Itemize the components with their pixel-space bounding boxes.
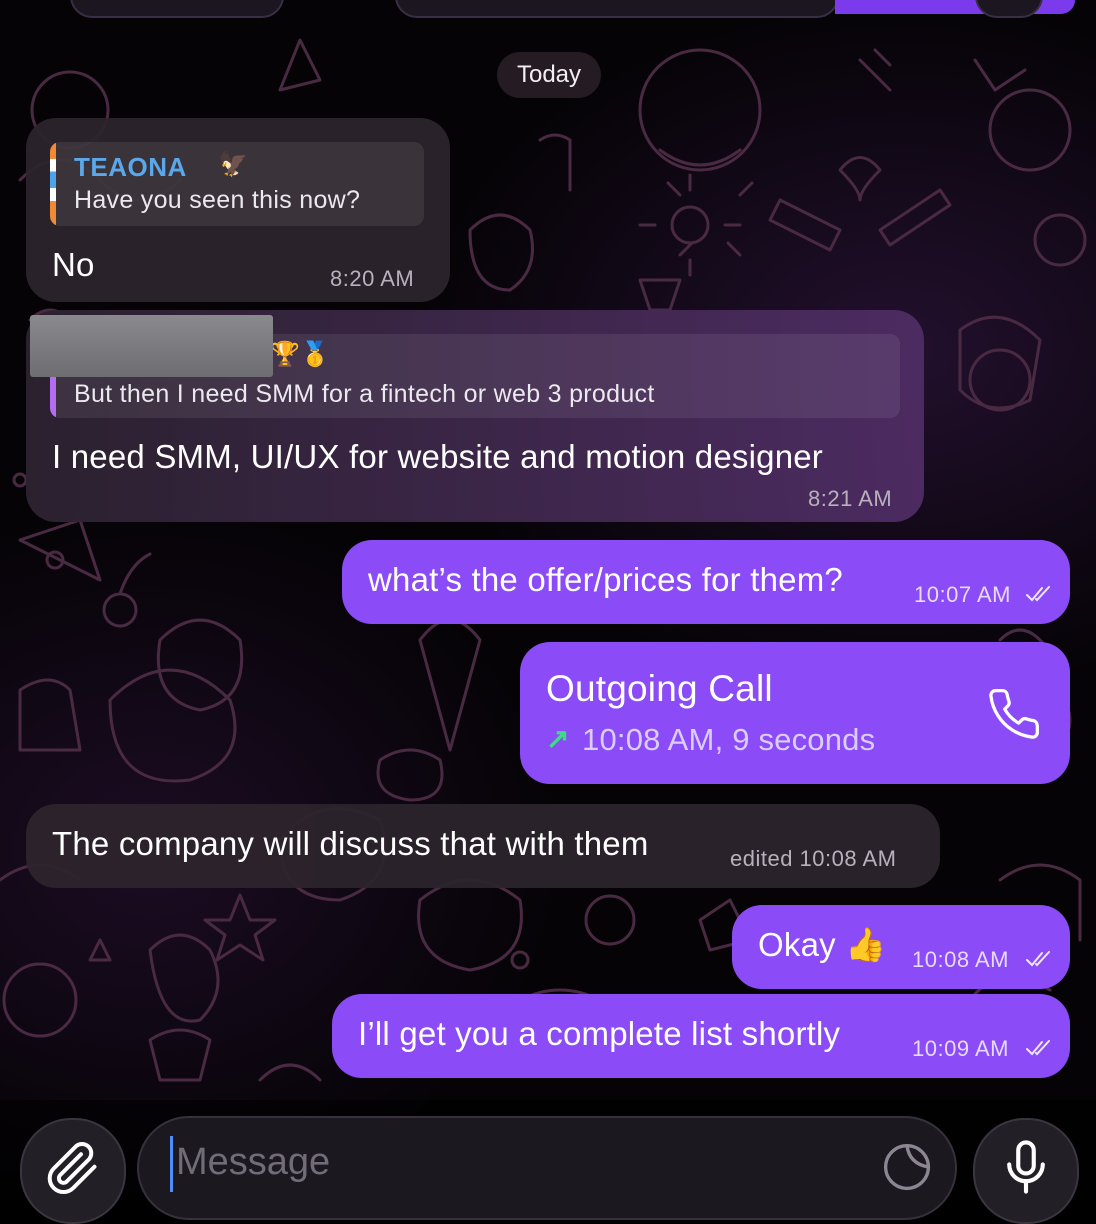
text-caret (170, 1136, 173, 1192)
incoming-message-5[interactable]: The company will discuss that with them … (26, 804, 940, 888)
message-time: 8:20 AM (330, 266, 415, 291)
outgoing-call-message[interactable]: Outgoing Call ↗ 10:08 AM, 9 seconds (520, 642, 1070, 784)
read-checkmarks-icon (1026, 586, 1050, 602)
message-text: I’ll get you a complete list shortly (358, 1015, 841, 1052)
read-checkmarks-icon (1026, 1040, 1050, 1056)
reply-author-name: TEAONA (74, 152, 187, 182)
reply-author-emojis: 🏆🥇 (270, 341, 331, 368)
back-button[interactable] (70, 0, 284, 18)
message-time: 10:09 AM (912, 1036, 1009, 1061)
call-outgoing-arrow-icon: ↗ (546, 723, 570, 754)
paperclip-icon (47, 1142, 97, 1194)
message-text: Okay 👍 (758, 926, 887, 963)
message-text: No (52, 246, 95, 283)
message-text: The company will discuss that with them (52, 825, 649, 862)
phone-icon[interactable] (986, 686, 1042, 742)
message-input-placeholder: Message (176, 1141, 331, 1183)
chat-header (0, 0, 1096, 18)
date-separator: Today (497, 52, 601, 98)
incoming-message-1[interactable]: TEAONA 🦅 Have you seen this now? No 8:20… (26, 118, 450, 302)
chat-title-pill[interactable] (395, 0, 839, 18)
sticker-icon[interactable] (880, 1140, 934, 1194)
read-checkmarks-icon (1026, 951, 1050, 967)
message-time: 8:21 AM (808, 486, 893, 511)
call-title: Outgoing Call (546, 668, 773, 709)
message-text: what’s the offer/prices for them? (368, 561, 843, 598)
message-text: I need SMM, UI/UX for website and motion… (52, 438, 823, 475)
voice-record-button[interactable] (973, 1118, 1079, 1224)
reply-preview[interactable]: TEAONA 🦅 Have you seen this now? (50, 142, 424, 226)
attach-button[interactable] (20, 1118, 126, 1224)
reply-text: But then I need SMM for a fintech or web… (74, 380, 655, 408)
reply-accent-bar (50, 142, 56, 226)
redacted-author-name (30, 315, 273, 377)
reply-author-emoji: 🦅 (218, 151, 249, 178)
microphone-icon (1007, 1140, 1045, 1194)
outgoing-message-6[interactable]: Okay 👍 10:08 AM (732, 905, 1070, 989)
reply-text: Have you seen this now? (74, 186, 361, 214)
avatar[interactable] (975, 0, 1043, 18)
call-details: 10:08 AM, 9 seconds (582, 722, 876, 757)
outgoing-message-3[interactable]: what’s the offer/prices for them? 10:07 … (342, 540, 1070, 624)
message-time: 10:08 AM (912, 947, 1009, 972)
outgoing-message-7[interactable]: I’ll get you a complete list shortly 10:… (332, 994, 1070, 1078)
message-time: edited 10:08 AM (730, 846, 897, 871)
message-time: 10:07 AM (914, 582, 1011, 607)
